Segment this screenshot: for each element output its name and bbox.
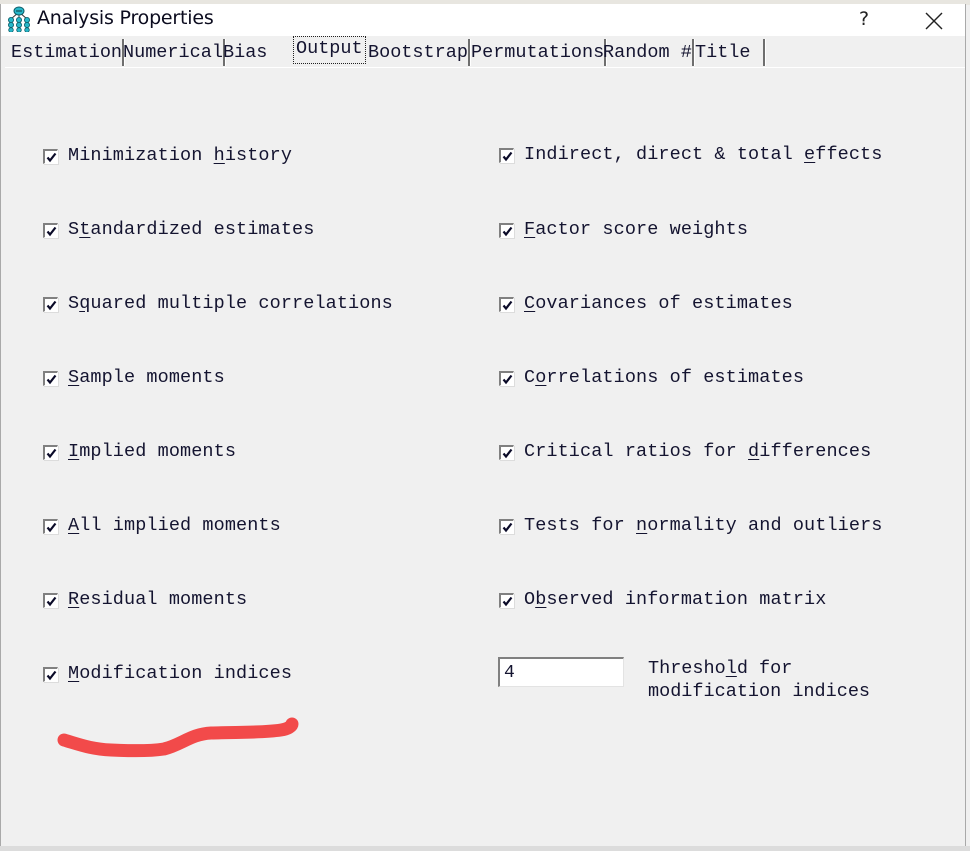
covariances-of-estimates-checkbox[interactable] xyxy=(499,297,514,312)
checkmark-icon xyxy=(46,226,57,237)
observed-information-matrix-checkbox[interactable] xyxy=(499,593,514,608)
option-label: Factor score weights xyxy=(524,219,749,240)
option-label: Correlations of estimates xyxy=(524,367,805,388)
tests-for-normality-checkbox[interactable] xyxy=(499,519,514,534)
factor-score-weights-checkbox[interactable] xyxy=(499,223,514,238)
checkmark-icon xyxy=(46,596,57,607)
title-bar[interactable]: Analysis Properties ? xyxy=(1,4,965,36)
squared-multiple-correlations-checkbox[interactable] xyxy=(43,297,58,312)
checkmark-icon xyxy=(46,300,57,311)
tab-random[interactable]: Random # xyxy=(599,39,694,66)
option-label: Indirect, direct & total effects xyxy=(524,144,883,165)
critical-ratios-checkbox[interactable] xyxy=(499,445,514,460)
checkmark-icon xyxy=(502,374,513,385)
red-underline-annotation xyxy=(57,717,299,758)
tab-output[interactable]: Output xyxy=(293,36,366,64)
tab-numerical[interactable]: Numerical xyxy=(119,39,225,66)
checkmark-icon xyxy=(502,596,513,607)
tab-bias[interactable]: Bias xyxy=(219,39,267,66)
checkmark-icon xyxy=(502,522,513,533)
checkmark-icon xyxy=(46,670,57,681)
checkmark-icon xyxy=(46,152,57,163)
minimization-history-checkbox[interactable] xyxy=(43,149,58,164)
standardized-estimates-checkbox[interactable] xyxy=(43,223,58,238)
tab-permutations[interactable]: Permutations xyxy=(467,39,607,66)
window-title: Analysis Properties xyxy=(37,7,214,29)
option-label: Observed information matrix xyxy=(524,589,827,610)
tab-estimation[interactable]: Estimation xyxy=(7,39,125,66)
option-label: All implied moments xyxy=(68,515,281,536)
indirect-direct-total-effects-checkbox[interactable] xyxy=(499,148,514,163)
checkmark-icon xyxy=(46,374,57,385)
background-app-strip-bottom xyxy=(0,846,970,851)
option-label: Sample moments xyxy=(68,367,225,388)
option-label: Critical ratios for differences xyxy=(524,441,872,462)
close-icon xyxy=(925,12,943,30)
option-label: Covariances of estimates xyxy=(524,293,793,314)
threshold-input[interactable] xyxy=(498,657,624,687)
option-label: Implied moments xyxy=(68,441,237,462)
option-label: Modification indices xyxy=(68,663,293,684)
option-label: Squared multiple correlations xyxy=(68,293,393,314)
close-button[interactable] xyxy=(915,4,951,36)
sample-moments-checkbox[interactable] xyxy=(43,371,58,386)
tab-bootstrap[interactable]: Bootstrap xyxy=(364,39,470,66)
option-label: Tests for normality and outliers xyxy=(524,515,883,536)
checkmark-icon xyxy=(502,226,513,237)
option-label: Residual moments xyxy=(68,589,248,610)
residual-moments-checkbox[interactable] xyxy=(43,593,58,608)
modification-indices-checkbox[interactable] xyxy=(43,667,58,682)
option-label: Standardized estimates xyxy=(68,219,315,240)
tab-title[interactable]: Title xyxy=(691,39,765,66)
implied-moments-checkbox[interactable] xyxy=(43,445,58,460)
path-diagram-icon xyxy=(8,6,30,32)
option-label: Minimization history xyxy=(68,145,293,166)
help-button[interactable]: ? xyxy=(849,4,879,36)
checkmark-icon xyxy=(502,448,513,459)
tab-strip: Estimation Numerical Bias Output Bootstr… xyxy=(5,36,965,68)
checkmark-icon xyxy=(502,151,513,162)
correlations-of-estimates-checkbox[interactable] xyxy=(499,371,514,386)
checkmark-icon xyxy=(46,522,57,533)
all-implied-moments-checkbox[interactable] xyxy=(43,519,58,534)
checkmark-icon xyxy=(46,448,57,459)
checkmark-icon xyxy=(502,300,513,311)
threshold-label: Threshold for modification indices xyxy=(648,658,871,702)
